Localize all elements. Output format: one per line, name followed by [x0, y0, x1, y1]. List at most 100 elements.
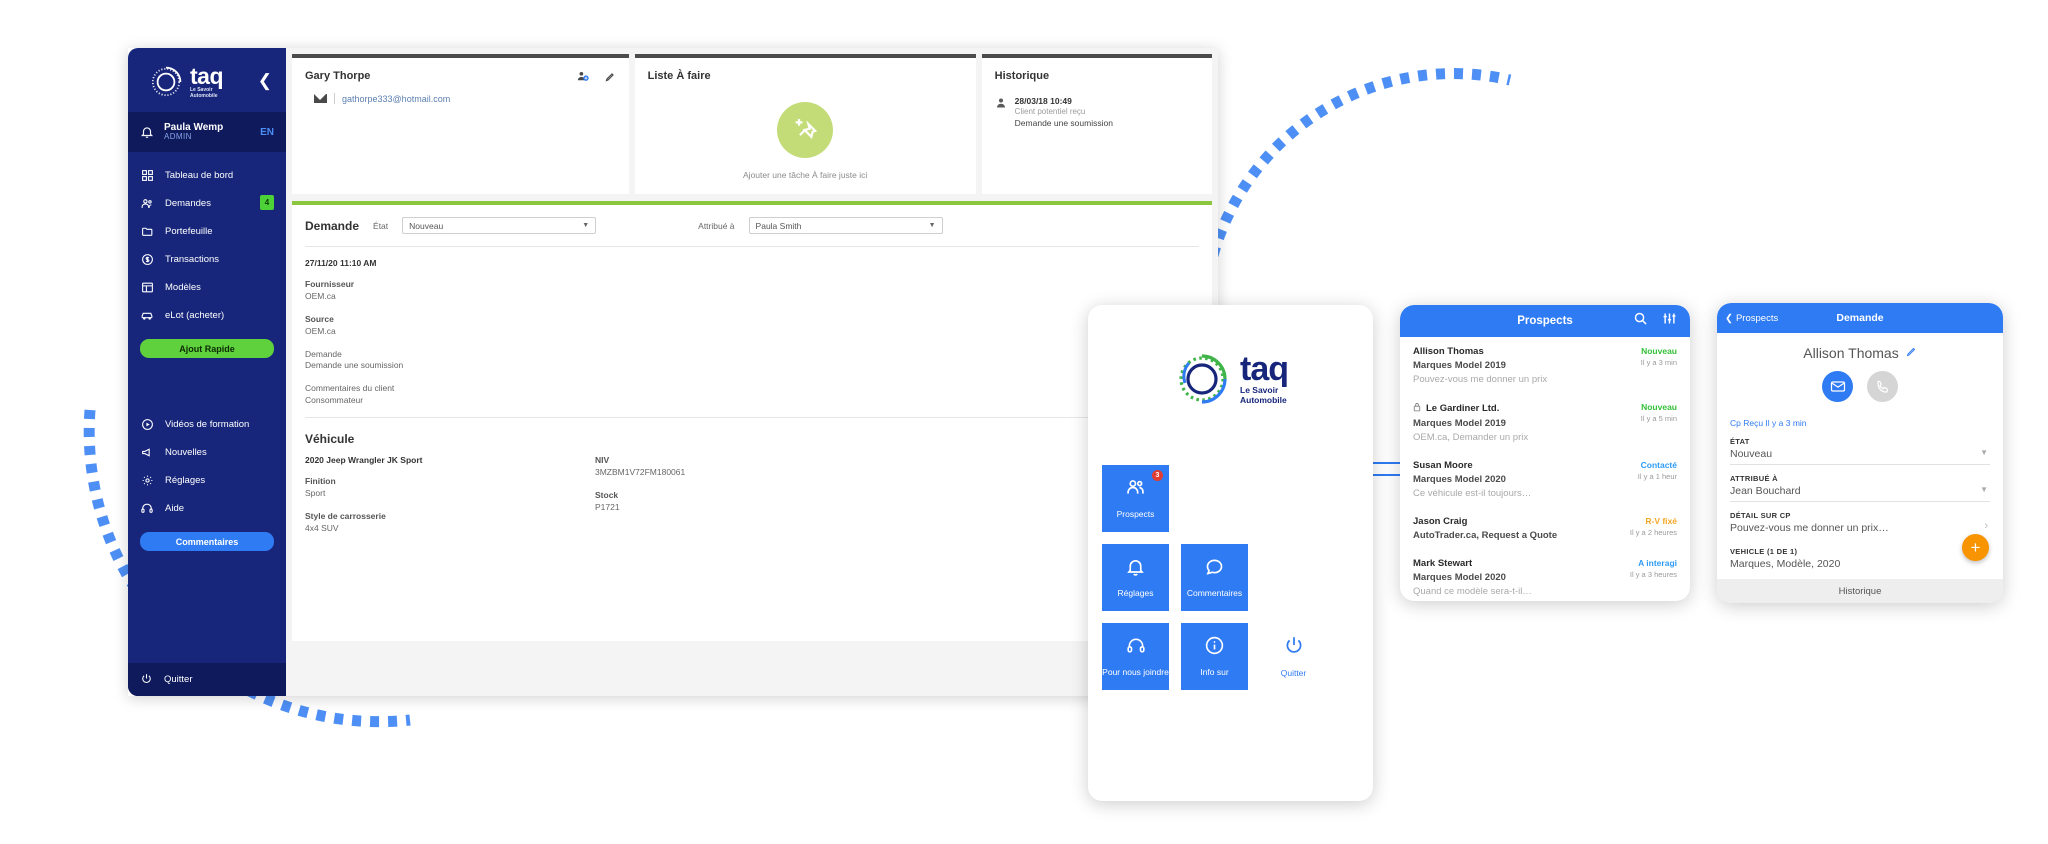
todo-title: Liste À faire — [647, 70, 711, 82]
prospect-name-row: Susan Moore — [1413, 460, 1677, 471]
collapse-sidebar-button[interactable]: ❮ — [258, 72, 272, 89]
prospect-status: Nouveau — [1641, 346, 1677, 356]
screenshot-root: taq Le Savoir Automobile ❮ Paula Wemp AD… — [0, 0, 2048, 844]
people-icon — [1124, 477, 1147, 503]
sidebar-user[interactable]: Paula Wemp ADMIN EN — [128, 112, 286, 152]
detail-vehicle-value: Marques, Modèle, 2020 — [1730, 558, 1841, 570]
envelope-icon — [314, 94, 327, 103]
tile-reglages[interactable]: Réglages — [1102, 544, 1169, 611]
tile-info-sur[interactable]: Info sur — [1181, 623, 1248, 690]
pencil-icon[interactable] — [1905, 345, 1917, 361]
chevron-down-icon: ▼ — [1980, 448, 1988, 457]
pencil-icon[interactable] — [604, 70, 616, 88]
sidebar-brand: taq Le Savoir Automobile ❮ — [128, 48, 286, 112]
ajout-rapide-button[interactable]: Ajout Rapide — [140, 339, 274, 358]
field-value: 4x4 SUV — [305, 522, 339, 533]
call-prospect-button[interactable] — [1867, 371, 1898, 402]
prospect-status: Contacté — [1640, 460, 1677, 470]
prospects-title: Prospects — [1517, 315, 1573, 327]
detail-state-label: ÉTAT — [1730, 437, 1750, 446]
headset-icon — [140, 501, 154, 515]
prospect-model: Marques Model 2019 — [1413, 360, 1506, 371]
prospect-name-row: Le Gardiner Ltd. — [1413, 402, 1677, 415]
add-user-icon[interactable] — [576, 70, 590, 88]
detail-historique-tab[interactable]: Historique — [1717, 579, 2003, 603]
sidebar-item-elot[interactable]: eLot (acheter) — [128, 301, 286, 329]
bell-icon — [140, 127, 154, 138]
desktop-window: taq Le Savoir Automobile ❮ Paula Wemp AD… — [128, 48, 1218, 696]
sidebar-item-modeles[interactable]: Modèles — [128, 273, 286, 301]
bell-icon — [1125, 556, 1146, 582]
request-body: 27/11/20 11:10 AM Fournisseur OEM.ca Sou… — [292, 247, 1212, 535]
tile-label: Prospects — [1116, 509, 1155, 520]
prospect-row[interactable]: Allison Thomas Marques Model 2019 Pouvez… — [1400, 337, 1690, 393]
detail-received: Cp Reçu Il y a 3 min — [1730, 418, 1807, 428]
back-label: Prospects — [1735, 312, 1779, 324]
folder-icon — [140, 224, 154, 238]
tile-row: 3 Prospects — [1102, 465, 1358, 532]
detail-state-field[interactable]: ÉTAT Nouveau ▼ — [1730, 437, 1990, 465]
quitter-label: Quitter — [164, 674, 193, 685]
detail-fields: Cp Reçu Il y a 3 min ÉTAT Nouveau ▼ ATTR… — [1717, 402, 2003, 574]
phone-tile-grid: 3 Prospects Réglages Commentaires Pour n… — [1102, 465, 1358, 702]
detail-assigned-field[interactable]: ATTRIBUÉ À Jean Bouchard ▼ — [1730, 474, 1990, 502]
detail-cp-field[interactable]: DÉTAIL SUR CP Pouvez-vous me donner un p… — [1730, 511, 1990, 538]
prospect-row[interactable]: Mark Stewart Marques Model 2020 Quand ce… — [1400, 549, 1690, 601]
email-prospect-button[interactable] — [1822, 371, 1853, 402]
state-select[interactable]: Nouveau ▼ — [402, 217, 597, 234]
sidebar-item-portefeuille[interactable]: Portefeuille — [128, 217, 286, 245]
divider — [334, 93, 335, 104]
sidebar-item-label: Tableau de bord — [165, 169, 234, 181]
sidebar-item-nouvelles[interactable]: Nouvelles — [128, 438, 286, 466]
prospect-row[interactable]: Le Gardiner Ltd. Marques Model 2019 OEM.… — [1400, 393, 1690, 451]
add-vehicle-fab[interactable]: + — [1962, 534, 1989, 561]
detail-title: Demande — [1836, 312, 1884, 324]
tile-prospects[interactable]: 3 Prospects — [1102, 465, 1169, 532]
commentaires-button[interactable]: Commentaires — [140, 532, 274, 551]
sidebar-item-aide[interactable]: Aide — [128, 494, 286, 522]
quitter-button[interactable]: Quitter — [128, 663, 286, 696]
brand-name: taq — [1240, 350, 1289, 388]
tile-row: Pour nous joindre Info sur Quitter — [1102, 623, 1358, 690]
contact-email[interactable]: gathorpe333@hotmail.com — [342, 94, 450, 104]
state-label: État — [373, 220, 389, 231]
chevron-down-icon: ▼ — [928, 222, 936, 229]
prospect-name: Le Gardiner Ltd. — [1426, 403, 1500, 414]
field-key: Commentaires du client — [305, 383, 395, 394]
sidebar-item-transactions[interactable]: Transactions — [128, 245, 286, 273]
detail-prospect-name: Allison Thomas — [1803, 345, 1899, 361]
phone-quitter-button[interactable]: Quitter — [1260, 623, 1327, 690]
field-value: 3MZBM1V72FM180061 — [595, 467, 686, 478]
play-circle-icon — [140, 417, 154, 431]
history-timestamp: 28/03/18 10:49 — [1014, 96, 1072, 106]
plus-icon: + — [1970, 538, 1981, 557]
brand-tagline-2: Automobile — [190, 93, 218, 99]
detail-state-value: Nouveau — [1730, 448, 1773, 460]
sidebar-item-demandes[interactable]: Demandes 4 — [128, 189, 286, 217]
sidebar-item-label: Nouvelles — [165, 446, 207, 458]
add-pin-icon[interactable] — [777, 102, 834, 158]
brand-wordmark: taq Le Savoir Automobile — [1240, 350, 1289, 405]
sidebar-item-tableau-de-bord[interactable]: Tableau de bord — [128, 161, 286, 189]
sidebar-item-reglages[interactable]: Réglages — [128, 466, 286, 494]
request-timestamp: 27/11/20 11:10 AM — [305, 258, 377, 268]
language-toggle[interactable]: EN — [260, 127, 274, 138]
field-key: Stock — [595, 489, 619, 500]
sliders-icon[interactable] — [1662, 311, 1677, 331]
prospect-name: Allison Thomas — [1413, 346, 1484, 357]
sidebar-item-label: Réglages — [165, 474, 206, 486]
prospect-row[interactable]: Susan Moore Marques Model 2020 Ce véhicu… — [1400, 451, 1690, 507]
prospect-ago: Il y a 3 min — [1640, 358, 1677, 367]
field-key: Style de carrosserie — [305, 510, 386, 521]
sidebar-item-label: Vidéos de formation — [165, 418, 250, 430]
vehicle-model: 2020 Jeep Wrangler JK Sport — [305, 455, 423, 466]
detail-vehicle-field: VEHICLE (1 DE 1) Marques, Modèle, 2020 — [1730, 547, 1990, 574]
search-icon[interactable] — [1633, 311, 1648, 331]
prospect-message: Quand ce modèle sera-t-il… — [1413, 586, 1532, 597]
tile-pour-nous-joindre[interactable]: Pour nous joindre — [1102, 623, 1169, 690]
back-to-prospects-button[interactable]: ❮ Prospects — [1725, 313, 1778, 324]
assigned-select[interactable]: Paula Smith ▼ — [748, 217, 943, 234]
prospect-row[interactable]: Jason Craig AutoTrader.ca, Request a Quo… — [1400, 507, 1690, 549]
sidebar-item-videos-de-formation[interactable]: Vidéos de formation — [128, 410, 286, 438]
tile-commentaires[interactable]: Commentaires — [1181, 544, 1248, 611]
